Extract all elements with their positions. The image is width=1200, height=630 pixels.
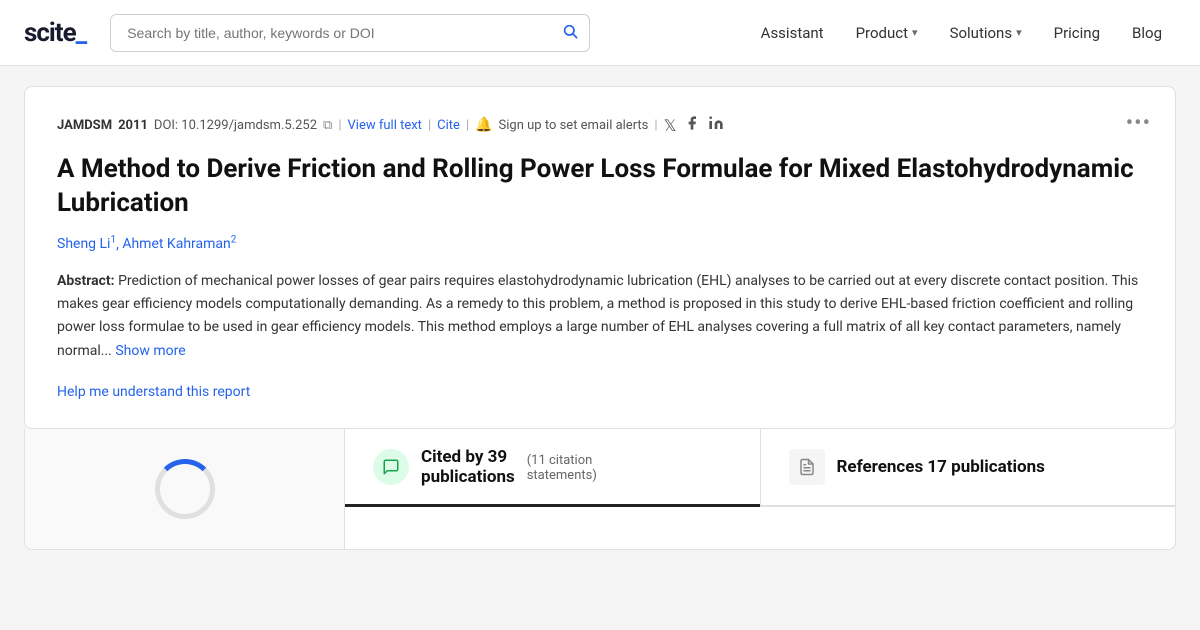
nav-solutions[interactable]: Solutions ▾ [936,16,1036,50]
linkedin-icon[interactable] [708,115,724,135]
nav-blog[interactable]: Blog [1118,16,1176,50]
citation-statements-text: (11 citation statements) [527,451,597,483]
abstract-label: Abstract: [57,273,115,289]
nav-assistant[interactable]: Assistant [747,16,838,50]
references-icon [789,449,825,485]
bell-icon: 🔔 [475,117,492,133]
cited-by-count: Cited by 39 publications [421,447,515,488]
facebook-icon[interactable] [684,115,700,135]
nav-product[interactable]: Product ▾ [842,16,932,50]
separator: | [338,118,341,133]
main-content: ••• JAMDSM 2011 DOI: 10.1299/jamdsm.5.25… [0,66,1200,550]
meta-row: JAMDSM 2011 DOI: 10.1299/jamdsm.5.252 ⧉ … [57,115,1143,135]
logo[interactable]: scite_ [24,18,86,48]
header: scite_ Assistant Product ▾ Solutions ▾ P… [0,0,1200,66]
doi-label: DOI: 10.1299/jamdsm.5.252 [154,118,317,133]
references-label: References 17 publications [837,457,1045,477]
journal-label: JAMDSM [57,118,112,133]
social-share: 𝕏 [664,115,725,135]
copy-doi-icon[interactable]: ⧉ [323,118,332,133]
spinner-panel [25,429,345,549]
cite-link[interactable]: Cite [437,118,460,133]
search-bar [110,14,590,52]
alert-label[interactable]: Sign up to set email alerts [499,118,649,133]
show-more-link[interactable]: Show more [115,343,185,359]
citations-tabs: Cited by 39 publications (11 citation st… [345,429,1175,508]
nav: Assistant Product ▾ Solutions ▾ Pricing … [747,16,1176,50]
nav-pricing-label: Pricing [1054,24,1100,42]
chevron-down-icon: ▾ [1016,26,1022,39]
nav-solutions-label: Solutions [950,24,1013,42]
paper-card: ••• JAMDSM 2011 DOI: 10.1299/jamdsm.5.25… [24,86,1176,429]
view-full-text-link[interactable]: View full text [348,118,422,133]
separator: | [654,118,657,133]
citations-panel: Cited by 39 publications (11 citation st… [345,429,1175,549]
author-2[interactable]: Ahmet Kahraman2 [122,236,236,252]
separator: | [466,118,469,133]
nav-product-label: Product [856,24,908,42]
search-input[interactable] [110,14,590,52]
search-icon[interactable] [562,23,578,43]
loading-spinner [155,459,215,519]
abstract: Abstract: Prediction of mechanical power… [57,270,1143,362]
nav-assistant-label: Assistant [761,24,824,42]
abstract-text: Prediction of mechanical power losses of… [57,273,1138,358]
nav-pricing[interactable]: Pricing [1040,16,1114,50]
chevron-down-icon: ▾ [912,26,918,39]
paper-title: A Method to Derive Friction and Rolling … [57,153,1143,221]
bottom-section: Cited by 39 publications (11 citation st… [24,429,1176,550]
cited-by-icon [373,449,409,485]
nav-blog-label: Blog [1132,24,1162,42]
cited-by-text: Cited by 39 publications [421,447,515,488]
separator: | [428,118,431,133]
year-label: 2011 [118,118,148,133]
citation-statements-count: (11 citation statements) [527,453,597,483]
cited-by-tab[interactable]: Cited by 39 publications (11 citation st… [345,429,761,506]
help-link[interactable]: Help me understand this report [57,384,250,400]
author-1[interactable]: Sheng Li1 [57,236,116,252]
authors[interactable]: Sheng Li1, Ahmet Kahraman2 [57,235,1143,253]
more-options-button[interactable]: ••• [1126,111,1151,136]
twitter-icon[interactable]: 𝕏 [664,116,677,135]
references-tab[interactable]: References 17 publications [761,429,1176,506]
